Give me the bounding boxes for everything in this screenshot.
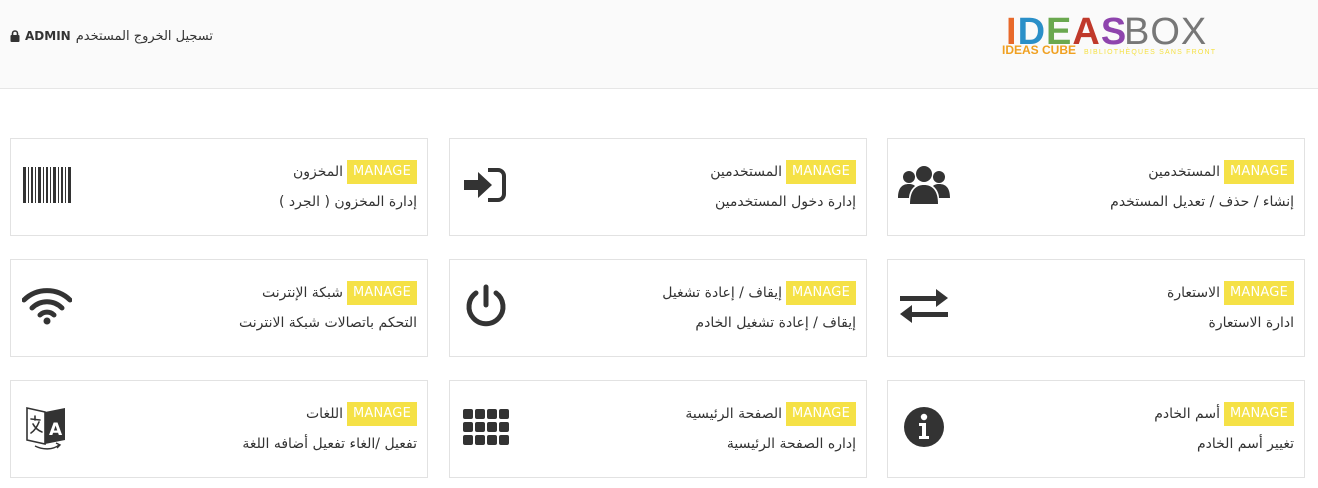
card-title: المستخدمين <box>1148 164 1220 180</box>
barcode-icon <box>21 159 73 211</box>
username-label: ADMIN <box>25 29 71 43</box>
wifi-icon <box>21 280 73 332</box>
card-title: إيقاف / إعادة تشغيل <box>662 285 782 301</box>
manage-badge: MANAGE <box>347 281 417 305</box>
svg-text:A: A <box>49 420 63 440</box>
power-icon <box>460 280 512 332</box>
card-title: المستخدمين <box>710 164 782 180</box>
logout-link[interactable]: ADMIN تسجيل الخروج المستخدم <box>10 27 213 45</box>
lock-icon <box>10 30 20 42</box>
card-home-page[interactable]: الصفحة الرئيسية MANAGE إداره الصفحة الرئ… <box>449 380 867 478</box>
card-title: المخزون <box>292 164 343 180</box>
manage-badge: MANAGE <box>786 160 856 184</box>
card-users[interactable]: المستخدمين MANAGE إنشاء / حذف / تعديل ال… <box>887 138 1305 236</box>
manage-badge: MANAGE <box>1224 160 1294 184</box>
card-title: الصفحة الرئيسية <box>685 406 782 422</box>
card-description: إدارة المخزون ( الجرد ) <box>278 194 417 210</box>
card-internet[interactable]: شبكة الإنترنت MANAGE التحكم باتصالات شبك… <box>10 259 428 357</box>
sign-in-icon <box>460 159 512 211</box>
card-description: التحكم باتصالات شبكة الانترنت <box>238 315 417 331</box>
card-inventory[interactable]: المخزون MANAGE إدارة المخزون ( الجرد ) <box>10 138 428 236</box>
users-icon <box>898 159 950 211</box>
card-power[interactable]: إيقاف / إعادة تشغيل MANAGE إيقاف / إعادة… <box>449 259 867 357</box>
card-description: إداره الصفحة الرئيسية <box>726 436 856 452</box>
header-bar: ADMIN تسجيل الخروج المستخدم IDEAS BOX ID… <box>0 0 1318 89</box>
logo-tagline: BIBLIOTHÈQUES SANS FRONTIÈRES <box>1084 47 1216 56</box>
language-icon: A <box>21 401 73 453</box>
logo-letter: X <box>1181 11 1207 53</box>
card-description: ادارة الاستعارة <box>1208 315 1294 331</box>
card-title: الاستعارة <box>1167 285 1220 301</box>
card-loans[interactable]: الاستعارة MANAGE ادارة الاستعارة <box>887 259 1305 357</box>
logo-letter: B <box>1124 11 1150 53</box>
logo-letter: O <box>1150 11 1181 53</box>
manage-badge: MANAGE <box>786 281 856 305</box>
logout-label[interactable]: تسجيل الخروج المستخدم <box>76 29 213 44</box>
logo-sub-label: IDEAS CUBE <box>1002 43 1076 57</box>
manage-badge: MANAGE <box>347 402 417 426</box>
card-description: إنشاء / حذف / تعديل المستخدم <box>1110 194 1294 210</box>
logo-letter: A <box>1072 11 1100 53</box>
card-title: شبكة الإنترنت <box>261 285 343 301</box>
info-icon <box>898 401 950 453</box>
manage-badge: MANAGE <box>1224 281 1294 305</box>
grid-icon <box>460 401 512 453</box>
svg-text:BOX: BOX <box>1124 11 1207 53</box>
card-languages[interactable]: A اللغات MANAGE تفعيل /الغاء تفعيل أضافه… <box>10 380 428 478</box>
manage-badge: MANAGE <box>786 402 856 426</box>
card-server-name[interactable]: أسم الخادم MANAGE تغيير أسم الخادم <box>887 380 1305 478</box>
manage-badge: MANAGE <box>347 160 417 184</box>
card-title: أسم الخادم <box>1154 406 1220 422</box>
card-user-login[interactable]: المستخدمين MANAGE إدارة دخول المستخدمين <box>449 138 867 236</box>
manage-badge: MANAGE <box>1224 402 1294 426</box>
card-description: إدارة دخول المستخدمين <box>714 194 856 210</box>
card-title: اللغات <box>306 406 343 422</box>
card-description: تفعيل /الغاء تفعيل أضافه اللغة <box>242 436 417 452</box>
card-description: تغيير أسم الخادم <box>1196 436 1294 452</box>
exchange-icon <box>898 280 950 332</box>
card-description: إيقاف / إعادة تشغيل الخادم <box>695 315 856 331</box>
ideasbox-logo: IDEAS BOX IDEAS CUBE BIBLIOTHÈQUES SANS … <box>1002 11 1216 57</box>
